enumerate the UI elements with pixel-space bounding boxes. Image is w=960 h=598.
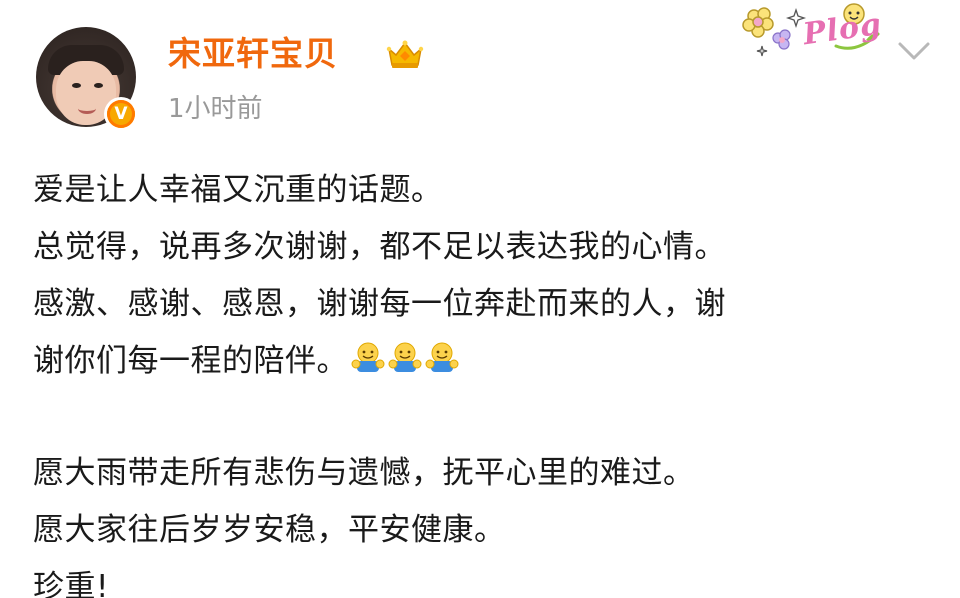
post-text-line: 总觉得，说再多次谢谢，都不足以表达我的心情。 xyxy=(33,229,726,265)
avatar-mouth xyxy=(78,103,96,114)
verified-v-label: V xyxy=(107,100,135,128)
hug-emoji-icon xyxy=(388,342,422,372)
hug-emoji-icon xyxy=(425,342,459,372)
chevron-down-icon[interactable] xyxy=(896,38,932,64)
post-header: V 宋亚轩宝贝 1小时前 Plog xyxy=(0,0,960,150)
fan-crown-icon[interactable] xyxy=(385,38,425,70)
post-timestamp: 1小时前 xyxy=(168,94,263,124)
post-text-line: 愿大雨带走所有悲伤与遗憾，抚平心里的难过。 xyxy=(33,455,695,491)
username[interactable]: 宋亚轩宝贝 xyxy=(168,32,338,76)
hug-emoji-icon xyxy=(351,342,385,372)
avatar-eye xyxy=(72,83,81,88)
post-text-line: 愿大家往后岁岁安稳，平安健康。 xyxy=(33,512,506,548)
post-text-line: 珍重! xyxy=(33,569,109,598)
avatar-eye xyxy=(94,83,103,88)
verified-v-icon: V xyxy=(104,97,138,131)
post-text-line: 爱是让人幸福又沉重的话题。 xyxy=(33,172,443,208)
post-body: 爱是让人幸福又沉重的话题。 总觉得，说再多次谢谢，都不足以表达我的心情。 感激、… xyxy=(33,162,928,598)
post-text-line: 感激、感谢、感恩，谢谢每一位奔赴而来的人，谢 xyxy=(33,286,726,322)
post-text-line: 谢你们每一程的陪伴。 xyxy=(33,343,348,379)
post-text-line-with-emoji: 谢你们每一程的陪伴。 xyxy=(33,333,928,390)
